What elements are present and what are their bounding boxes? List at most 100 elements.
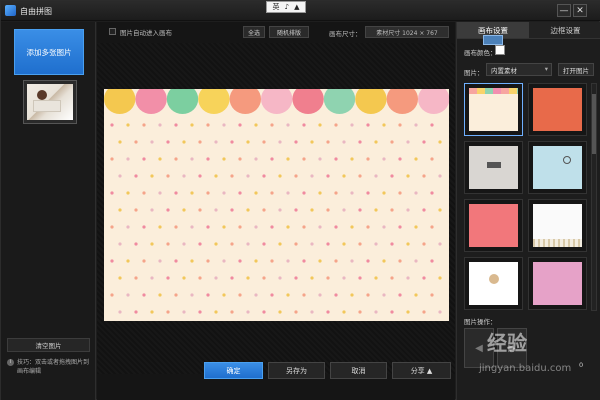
ime-indicator[interactable]: 英 ♪ ▲ (266, 1, 306, 13)
polka-dot (286, 157, 290, 161)
image-source-select[interactable]: 内置素材 ▾ (486, 63, 552, 76)
share-button[interactable]: 分享 ▲ (392, 362, 451, 379)
polka-dot (222, 157, 226, 161)
cancel-button[interactable]: 取消 (330, 362, 387, 379)
polka-dot (278, 208, 282, 212)
image-thumbnail[interactable] (23, 80, 77, 124)
polka-dot (150, 208, 154, 212)
bg-tile-white-tree[interactable] (464, 257, 523, 310)
select-all-button[interactable]: 全选 (243, 26, 265, 38)
polka-dot (438, 310, 442, 314)
polka-dot (430, 225, 434, 229)
polka-dot (294, 208, 298, 212)
polka-dot (222, 225, 226, 229)
polka-dot (150, 310, 154, 314)
polka-dot (118, 310, 122, 314)
canvas-color-swatch[interactable] (495, 45, 505, 55)
polka-dot (366, 123, 370, 127)
polka-dot (134, 208, 138, 212)
polka-dot (430, 191, 434, 195)
scrollbar-thumb[interactable] (592, 94, 596, 154)
polka-dot (358, 174, 362, 178)
polka-dot (254, 123, 258, 127)
ok-button[interactable]: 确定 (204, 362, 263, 379)
zoom-control[interactable] (483, 35, 503, 45)
polka-dot (414, 123, 418, 127)
shuffle-button[interactable]: 随机排版 (269, 26, 309, 38)
polka-dot (350, 259, 354, 263)
polka-dot (206, 259, 210, 263)
polka-dot (350, 293, 354, 297)
polka-dot (134, 242, 138, 246)
close-button[interactable]: ✕ (573, 4, 587, 17)
minimize-button[interactable]: — (557, 4, 571, 17)
scallop-9 (386, 89, 418, 114)
polka-dot (414, 293, 418, 297)
polka-dot (342, 140, 346, 144)
watermark-logo: 经验 (487, 331, 527, 355)
open-image-button[interactable]: 打开图片 (558, 63, 594, 76)
polka-dot (166, 208, 170, 212)
bg-tile-polka[interactable] (464, 83, 523, 136)
polka-dot (366, 259, 370, 263)
polka-dot (174, 259, 178, 263)
bg-pink-preview (469, 204, 518, 247)
bg-tile-blue[interactable] (528, 141, 587, 194)
bg-blue-flower (563, 156, 571, 164)
add-images-button[interactable]: 添加多张图片 (14, 29, 84, 75)
bg-tile-grey[interactable] (464, 141, 523, 194)
polka-dot (310, 174, 314, 178)
polka-dot (246, 276, 250, 280)
thumbnail-photo (27, 84, 73, 120)
app-window: 自由拼图 英 ♪ ▲ — ✕ 添加多张图片 清空图片 i 技巧：双击或者拖拽图片… (0, 0, 600, 400)
bg-tile-pink[interactable] (464, 199, 523, 252)
polka-dot (230, 174, 234, 178)
polka-dot (110, 293, 114, 297)
polka-dot (422, 140, 426, 144)
auto-add-checkbox[interactable] (109, 28, 116, 35)
background-grid (464, 83, 588, 311)
polka-dot (126, 191, 130, 195)
polka-dot (318, 157, 322, 161)
polka-dot (286, 293, 290, 297)
polka-dot (374, 174, 378, 178)
bg-grass-strip (533, 239, 582, 247)
polka-dot (350, 123, 354, 127)
polka-dot (110, 225, 114, 229)
bg-tile-magenta[interactable] (528, 257, 587, 310)
right-panel: 画布设置 边框设置 画布颜色： 图片： 内置素材 ▾ 打开图片 图片操作： ◀ … (456, 22, 600, 400)
polka-dot (230, 276, 234, 280)
bg-tile-orange[interactable] (528, 83, 587, 136)
polka-dot (302, 191, 306, 195)
polka-dot (262, 140, 266, 144)
save-as-button[interactable]: 另存为 (268, 362, 325, 379)
bg-grey-ornament (487, 162, 501, 168)
polka-dot (158, 259, 162, 263)
polka-dot (150, 242, 154, 246)
polka-dot (318, 259, 322, 263)
polka-dot (214, 140, 218, 144)
clear-images-button[interactable]: 清空图片 (7, 338, 90, 352)
collage-canvas[interactable] (104, 89, 449, 321)
polka-dot (398, 123, 402, 127)
scallop-5 (261, 89, 293, 114)
polka-dot (342, 310, 346, 314)
polka-dot (286, 259, 290, 263)
polka-dot (134, 310, 138, 314)
watermark-url: jingyan.baidu.com (479, 363, 572, 374)
canvas-toolbar: 图片自动进入画布 全选 随机排版 画布尺寸： 素材尺寸 1024 × 767 (97, 22, 455, 42)
polka-dot (174, 123, 178, 127)
canvas-size-select[interactable]: 素材尺寸 1024 × 767 (365, 26, 449, 38)
polka-dot (430, 157, 434, 161)
tab-border-settings[interactable]: 边框设置 (529, 22, 600, 39)
info-icon: i (7, 359, 14, 366)
polka-dot (126, 259, 130, 263)
polka-dot (350, 225, 354, 229)
polka-dot (238, 225, 242, 229)
polka-dot (414, 259, 418, 263)
polka-dot (302, 293, 306, 297)
polka-dot (158, 123, 162, 127)
grid-scrollbar[interactable] (591, 83, 597, 311)
bg-tile-white-grass[interactable] (528, 199, 587, 252)
polka-dot (358, 276, 362, 280)
